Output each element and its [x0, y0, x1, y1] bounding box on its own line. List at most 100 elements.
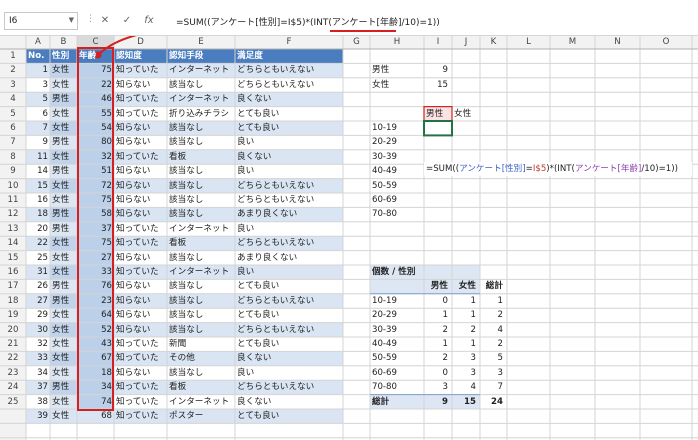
- table-cell: 38: [37, 396, 48, 407]
- row-header[interactable]: 5: [0, 107, 26, 121]
- table-header-cell: 性別: [52, 51, 70, 61]
- table-cell: 女性: [52, 79, 70, 90]
- table-cell: とても良い: [237, 411, 280, 421]
- row-header[interactable]: 10: [0, 179, 26, 193]
- row-header[interactable]: 1: [0, 49, 26, 63]
- cancel-icon[interactable]: ✕: [97, 12, 113, 30]
- column-header-o: O: [662, 37, 670, 47]
- row-header[interactable]: 15: [0, 251, 26, 265]
- summary-value: 9: [442, 65, 448, 76]
- row-header[interactable]: 18: [0, 294, 26, 308]
- table-cell: どちらともいえない: [237, 324, 315, 335]
- crosstab-range-label: 70-80: [372, 209, 397, 220]
- table-cell: 良くない: [237, 396, 272, 407]
- pivot-cell: 0: [442, 367, 448, 378]
- table-cell: 知らない: [116, 195, 151, 205]
- pivot-total-cell: 24: [491, 396, 503, 407]
- formula-op-eq: =: [525, 164, 533, 174]
- chevron-down-icon[interactable]: ▼: [69, 16, 74, 24]
- formula-ref-header: I$5: [532, 164, 547, 174]
- table-cell: 看板: [169, 382, 187, 393]
- pivot-cell: 4: [470, 382, 476, 393]
- table-cell: どちらともいえない: [237, 295, 315, 306]
- pivot-cell: 7: [497, 382, 503, 393]
- row-header[interactable]: 3: [0, 78, 26, 92]
- row-header[interactable]: 21: [0, 337, 26, 351]
- table-cell: 33: [101, 267, 112, 277]
- crosstab-range-label: 20-29: [372, 137, 397, 148]
- row-header[interactable]: 16: [0, 265, 26, 279]
- insert-function-icon[interactable]: fx: [141, 12, 157, 30]
- pivot-total-label: 総計: [372, 396, 390, 407]
- row-header[interactable]: 14: [0, 236, 26, 250]
- table-cell: 良くない: [237, 151, 272, 162]
- row-header[interactable]: 24: [0, 380, 26, 394]
- table-cell: 32: [101, 151, 112, 162]
- table-cell: 該当なし: [169, 324, 204, 335]
- table-cell: 知っていた: [116, 353, 159, 364]
- formula-mid: )*(INT(: [546, 164, 575, 174]
- table-cell: 女性: [52, 339, 70, 349]
- table-cell: 5: [42, 94, 48, 105]
- spreadsheet-grid[interactable]: A B C D E F G H I J K L M N O 1 2 3 4 5 6 7 8 9 10 11 12 13 14 15 16 17…: [0, 36, 698, 440]
- table-cell: 74: [101, 396, 112, 407]
- row-header[interactable]: 12: [0, 207, 26, 221]
- formula-ref-age: アンケート[年齢]: [574, 164, 642, 174]
- row-header[interactable]: 9: [0, 164, 26, 178]
- row-header[interactable]: 13: [0, 222, 26, 236]
- table-cell: 該当なし: [169, 137, 204, 148]
- row-header[interactable]: 22: [0, 351, 26, 365]
- table-cell: 知っていた: [116, 382, 159, 393]
- table-cell: 折り込みチラシ: [169, 108, 229, 119]
- active-cell-editor[interactable]: =SUM((アンケート[性別]=I$5)*(INT(アンケート[年齢]/10)=…: [424, 162, 692, 176]
- table-cell: 男性: [52, 209, 70, 220]
- table-cell: 14: [37, 166, 48, 177]
- table-cell: 3: [42, 79, 48, 90]
- table-cell: 22: [101, 79, 112, 90]
- pivot-row-label: 40-49: [372, 339, 397, 349]
- table-header-cell: 認知度: [116, 51, 142, 61]
- table-cell: 知っていた: [116, 411, 159, 421]
- row-header[interactable]: 19: [0, 308, 26, 322]
- row-header[interactable]: 20: [0, 323, 26, 337]
- pivot-cell: 3: [470, 367, 476, 378]
- table-cell: 37: [37, 382, 48, 393]
- name-box[interactable]: I6 ▼: [4, 12, 78, 30]
- table-cell: 女性: [52, 324, 70, 335]
- row-header[interactable]: 7: [0, 135, 26, 149]
- table-cell: 良い: [237, 223, 255, 234]
- table-cell: 22: [37, 238, 48, 249]
- table-cell: 58: [101, 209, 112, 220]
- row-header[interactable]: 8: [0, 150, 26, 164]
- crosstab-range-label: 60-69: [372, 195, 397, 205]
- row-header[interactable]: 25: [0, 395, 26, 409]
- enter-icon[interactable]: ✓: [119, 12, 135, 30]
- table-cell: どちらともいえない: [237, 79, 315, 90]
- pivot-row-label: 10-19: [372, 295, 397, 306]
- table-cell: 知っていた: [116, 396, 159, 407]
- name-box-value: I6: [9, 16, 18, 26]
- row-header[interactable]: 6: [0, 121, 26, 135]
- row-header[interactable]: 17: [0, 279, 26, 293]
- column-header-b: B: [60, 37, 67, 47]
- row-header[interactable]: 4: [0, 92, 26, 106]
- table-header-cell: No.: [28, 51, 45, 61]
- table-cell: 30: [37, 324, 48, 335]
- table-cell: 64: [101, 310, 112, 321]
- row-header[interactable]: 11: [0, 193, 26, 207]
- table-cell: 男性: [52, 137, 70, 148]
- table-cell: 女性: [52, 123, 70, 133]
- formula-prefix: =SUM((: [426, 164, 460, 174]
- row-header[interactable]: 2: [0, 63, 26, 77]
- formula-suffix: /10)=1)): [641, 164, 678, 174]
- crosstab-header: 男性: [426, 108, 444, 119]
- table-cell: 該当なし: [169, 79, 204, 90]
- formula-bar: I6 ▼ ⋮ ✕ ✓ fx =SUM((アンケート[性別]=I$5)*(INT(…: [0, 0, 698, 36]
- grip-icon: ⋮: [86, 14, 95, 24]
- table-cell: 11: [37, 151, 48, 162]
- crosstab-range-label: 40-49: [372, 166, 397, 177]
- row-header[interactable]: 23: [0, 366, 26, 380]
- formula-input[interactable]: =SUM((アンケート[性別]=I$5)*(INT(アンケート[年齢]/10)=…: [172, 12, 692, 30]
- table-cell: 1: [42, 65, 48, 76]
- table-cell: 9: [42, 137, 48, 148]
